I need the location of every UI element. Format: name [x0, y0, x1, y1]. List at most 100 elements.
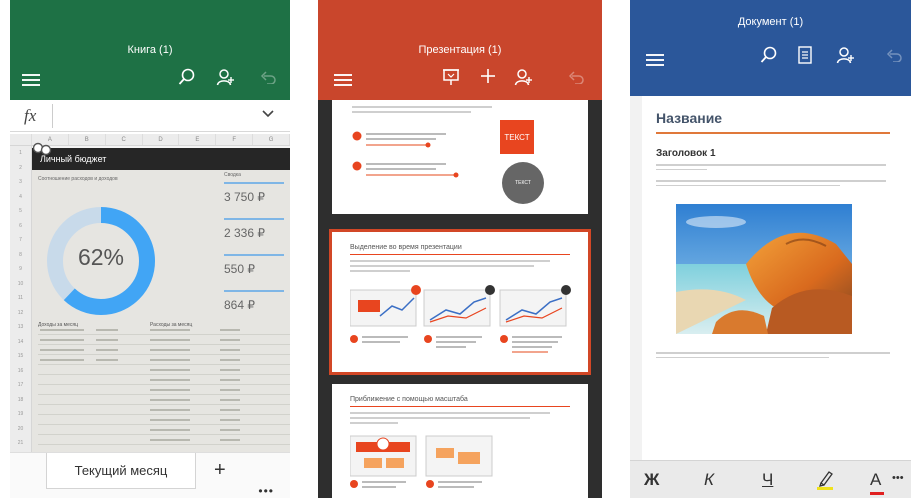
add-slide-icon[interactable] [480, 68, 496, 84]
donut-percent: 62% [77, 244, 125, 270]
reading-view-icon[interactable] [798, 46, 812, 64]
highlighter-icon[interactable] [816, 470, 834, 490]
table-cell [40, 339, 84, 341]
undo-icon[interactable] [886, 48, 902, 62]
menu-icon[interactable] [646, 54, 664, 66]
table-cell [150, 349, 190, 351]
share-person-icon[interactable] [216, 68, 234, 86]
row-header[interactable]: 9 [10, 262, 31, 277]
table-row [38, 334, 290, 335]
underline-button[interactable]: Ч [762, 470, 773, 490]
table-cell [150, 419, 190, 421]
row-header[interactable]: 20 [10, 422, 31, 437]
row-header[interactable]: 6 [10, 219, 31, 234]
sheet-title: Личный бюджет [32, 148, 290, 170]
chart-caption: Соотношение расходов и доходов [38, 176, 118, 182]
selection-handles[interactable] [32, 142, 52, 156]
table-cell [150, 439, 190, 441]
table-cell [96, 359, 118, 361]
slide2-steps [350, 334, 572, 358]
table-cell [150, 429, 190, 431]
table-cell [150, 399, 190, 401]
italic-button[interactable]: К [704, 470, 714, 490]
table-row [38, 344, 290, 345]
slide-thumbnail-1[interactable]: ТЕКСТ ТЕКСТ [332, 100, 588, 214]
slide-thumbnail-2[interactable]: Выделение во время презентации [329, 229, 591, 375]
slide1-step1 [352, 130, 482, 152]
slide-thumbnail-3[interactable]: Приближение с помощью масштаба [332, 384, 588, 498]
chevron-down-icon[interactable] [262, 110, 274, 118]
summary-amount: 2 336 ₽ [224, 226, 265, 240]
row-header[interactable]: 19 [10, 407, 31, 422]
search-icon[interactable] [760, 46, 778, 64]
slide1-text-lines [352, 106, 492, 116]
table-row [38, 364, 290, 365]
slide3-text-lines [350, 412, 550, 427]
table-cell [220, 439, 240, 441]
corner-cell[interactable] [10, 134, 32, 145]
slide1-step2 [352, 160, 482, 182]
tab-current-month[interactable]: Текущий месяц [46, 453, 196, 489]
slide2-text-lines [350, 260, 550, 275]
row-header[interactable]: 21 [10, 436, 31, 451]
row-header[interactable]: 11 [10, 291, 31, 306]
table-row [38, 354, 290, 355]
row-header[interactable]: 16 [10, 364, 31, 379]
landscape-photo[interactable] [676, 204, 852, 334]
doc-paragraph-2 [656, 180, 886, 189]
row-header[interactable]: 3 [10, 175, 31, 190]
row-header[interactable]: 14 [10, 335, 31, 350]
menu-icon[interactable] [22, 74, 40, 86]
document-page[interactable]: Название Заголовок 1 [642, 96, 911, 460]
present-icon[interactable] [442, 68, 460, 86]
formula-bar[interactable]: fx [10, 100, 290, 132]
row-header[interactable]: 18 [10, 393, 31, 408]
row-header[interactable]: 5 [10, 204, 31, 219]
slide2-rule [350, 254, 570, 255]
table-cell [220, 359, 240, 361]
column-header[interactable]: F [216, 134, 254, 145]
font-color-button[interactable]: А [870, 470, 884, 495]
search-icon[interactable] [178, 68, 196, 86]
row-header[interactable]: 8 [10, 248, 31, 263]
row-header[interactable]: 1 [10, 146, 31, 161]
table-cell [220, 389, 240, 391]
font-color-letter: А [870, 470, 882, 489]
row-header[interactable]: 10 [10, 277, 31, 292]
table-cell [150, 359, 190, 361]
undo-icon[interactable] [260, 70, 276, 84]
share-person-icon[interactable] [836, 46, 854, 64]
more-format-button[interactable]: ••• [892, 472, 904, 484]
row-header[interactable]: 17 [10, 378, 31, 393]
doc-paragraph-3 [656, 352, 890, 361]
column-header[interactable]: E [179, 134, 217, 145]
row-header[interactable]: 13 [10, 320, 31, 335]
undo-icon[interactable] [568, 70, 584, 84]
column-header[interactable]: G [253, 134, 290, 145]
share-person-icon[interactable] [514, 68, 532, 86]
table-row [38, 424, 290, 425]
row-header[interactable]: 2 [10, 161, 31, 176]
table-cell [220, 419, 240, 421]
budget-sheet: Личный бюджет Соотношение расходов и дох… [32, 142, 290, 452]
menu-icon[interactable] [334, 74, 352, 86]
summary-label-line [224, 218, 284, 220]
formula-divider [52, 104, 53, 128]
more-options-button[interactable]: ••• [258, 484, 274, 498]
column-header[interactable]: D [143, 134, 180, 145]
word-window: Документ (1) Название Заголовок 1 Ж К Ч … [630, 0, 911, 498]
spreadsheet-grid[interactable]: ABCDEFG 1 2 3 4 5 6 7 8 9 10 11 12 13 14 15 16 17 18 19 20 2… [10, 134, 290, 452]
table-cell [40, 329, 84, 331]
summary-amount: 864 ₽ [224, 298, 255, 312]
row-header[interactable]: 4 [10, 190, 31, 205]
row-header[interactable]: 7 [10, 233, 31, 248]
table-cell [220, 409, 240, 411]
row-header[interactable]: 12 [10, 306, 31, 321]
doc-paragraph-1 [656, 164, 886, 173]
row-header[interactable]: 15 [10, 349, 31, 364]
table-cell [40, 349, 84, 351]
bold-button[interactable]: Ж [644, 470, 659, 490]
column-header[interactable]: B [69, 134, 106, 145]
column-header[interactable]: C [106, 134, 143, 145]
add-sheet-button[interactable]: + [214, 459, 226, 482]
